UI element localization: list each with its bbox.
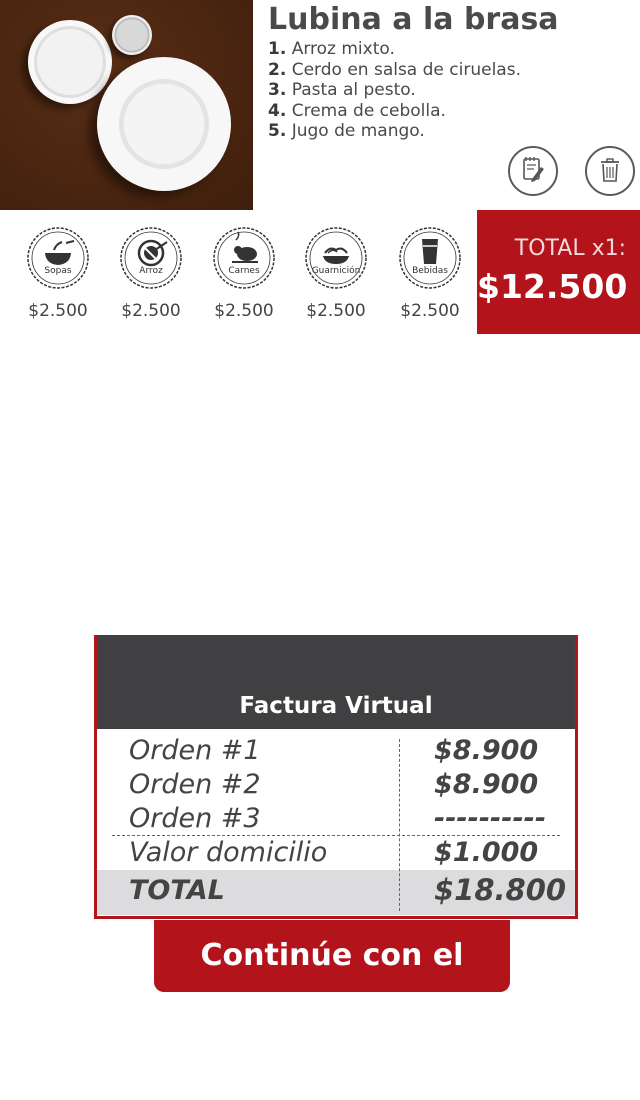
order-total-box: TOTAL x1: $12.500	[477, 210, 640, 334]
column-divider	[399, 739, 400, 911]
menu-item: 4. Crema de cebolla.	[268, 100, 446, 121]
menu-list: 1. Arroz mixto. 2. Cerdo en salsa de cir…	[268, 39, 521, 142]
invoice-row-value: ----------	[434, 803, 547, 834]
category-carnes[interactable]: Carnes $2.500	[211, 226, 277, 321]
drink-cup-icon	[399, 227, 461, 289]
menu-item: 1. Arroz mixto.	[268, 39, 395, 59]
category-sopas[interactable]: Sopas $2.500	[25, 226, 91, 321]
invoice-header: Factura Virtual	[97, 635, 575, 729]
category-guarnicion[interactable]: Guarnición $2.500	[303, 226, 369, 321]
rice-plate-icon	[120, 227, 182, 289]
roast-chicken-icon	[213, 227, 275, 289]
category-bebidas[interactable]: Bebidas $2.500	[397, 226, 463, 321]
category-label: Arroz	[139, 266, 163, 276]
category-arroz[interactable]: Arroz $2.500	[118, 226, 184, 321]
row-divider	[112, 835, 560, 836]
invoice-title: Factura Virtual	[239, 693, 433, 719]
dish-photo	[0, 0, 253, 210]
invoice-row-value: $1.000	[434, 837, 539, 868]
invoice-row-label: Orden #3	[129, 803, 261, 834]
edit-button[interactable]	[508, 146, 558, 196]
dinner-plate	[97, 57, 231, 191]
invoice-total-row: TOTAL $18.800	[97, 870, 575, 915]
category-label: Carnes	[228, 266, 260, 276]
virtual-invoice: Factura Virtual Orden #1 $8.900 Orden #2…	[94, 635, 578, 919]
category-badge: Carnes	[212, 226, 276, 290]
menu-item: 5. Jugo de mango.	[268, 121, 425, 141]
pasta-bowl-icon	[305, 227, 367, 289]
menu-item: 2. Cerdo en salsa de ciruelas.	[268, 59, 521, 80]
menu-item: 3. Pasta al pesto.	[268, 80, 416, 100]
category-price: $2.500	[400, 301, 460, 321]
category-badge: Bebidas	[398, 226, 462, 290]
invoice-row-value: $8.900	[434, 735, 539, 766]
category-price: $2.500	[121, 301, 181, 321]
category-price: $2.500	[28, 301, 88, 321]
category-price: $2.500	[214, 301, 274, 321]
invoice-row: Orden #2 $8.900	[129, 769, 575, 803]
continue-payment-button[interactable]: Continúe con el pago	[154, 920, 510, 1045]
invoice-row-label: Orden #2	[129, 769, 261, 800]
category-label: Bebidas	[412, 266, 448, 276]
small-cup	[112, 15, 152, 55]
edit-note-icon	[523, 157, 544, 182]
trash-icon	[601, 158, 619, 182]
invoice-row: Valor domicilio $1.000	[129, 837, 575, 871]
invoice-row-label: Orden #1	[129, 735, 261, 766]
bowl-plate	[28, 20, 112, 104]
invoice-row-value: $8.900	[434, 769, 539, 800]
category-label: Guarnición	[311, 266, 361, 276]
category-badge: Guarnición	[304, 226, 368, 290]
invoice-total-label: TOTAL	[129, 875, 225, 906]
category-badge: Arroz	[119, 226, 183, 290]
category-badge: Sopas	[26, 226, 90, 290]
delete-button[interactable]	[585, 146, 635, 196]
category-label: Sopas	[44, 266, 72, 276]
category-price: $2.500	[306, 301, 366, 321]
soup-bowl-icon	[27, 227, 89, 289]
invoice-row-label: Valor domicilio	[129, 837, 328, 868]
total-label: TOTAL x1:	[514, 236, 626, 261]
invoice-row: Orden #1 $8.900	[129, 735, 575, 769]
invoice-row: Orden #3 ----------	[129, 803, 575, 837]
total-value: $12.500	[477, 267, 628, 306]
invoice-total-value: $18.800	[434, 873, 567, 907]
dish-title: Lubina a la brasa	[268, 2, 559, 37]
